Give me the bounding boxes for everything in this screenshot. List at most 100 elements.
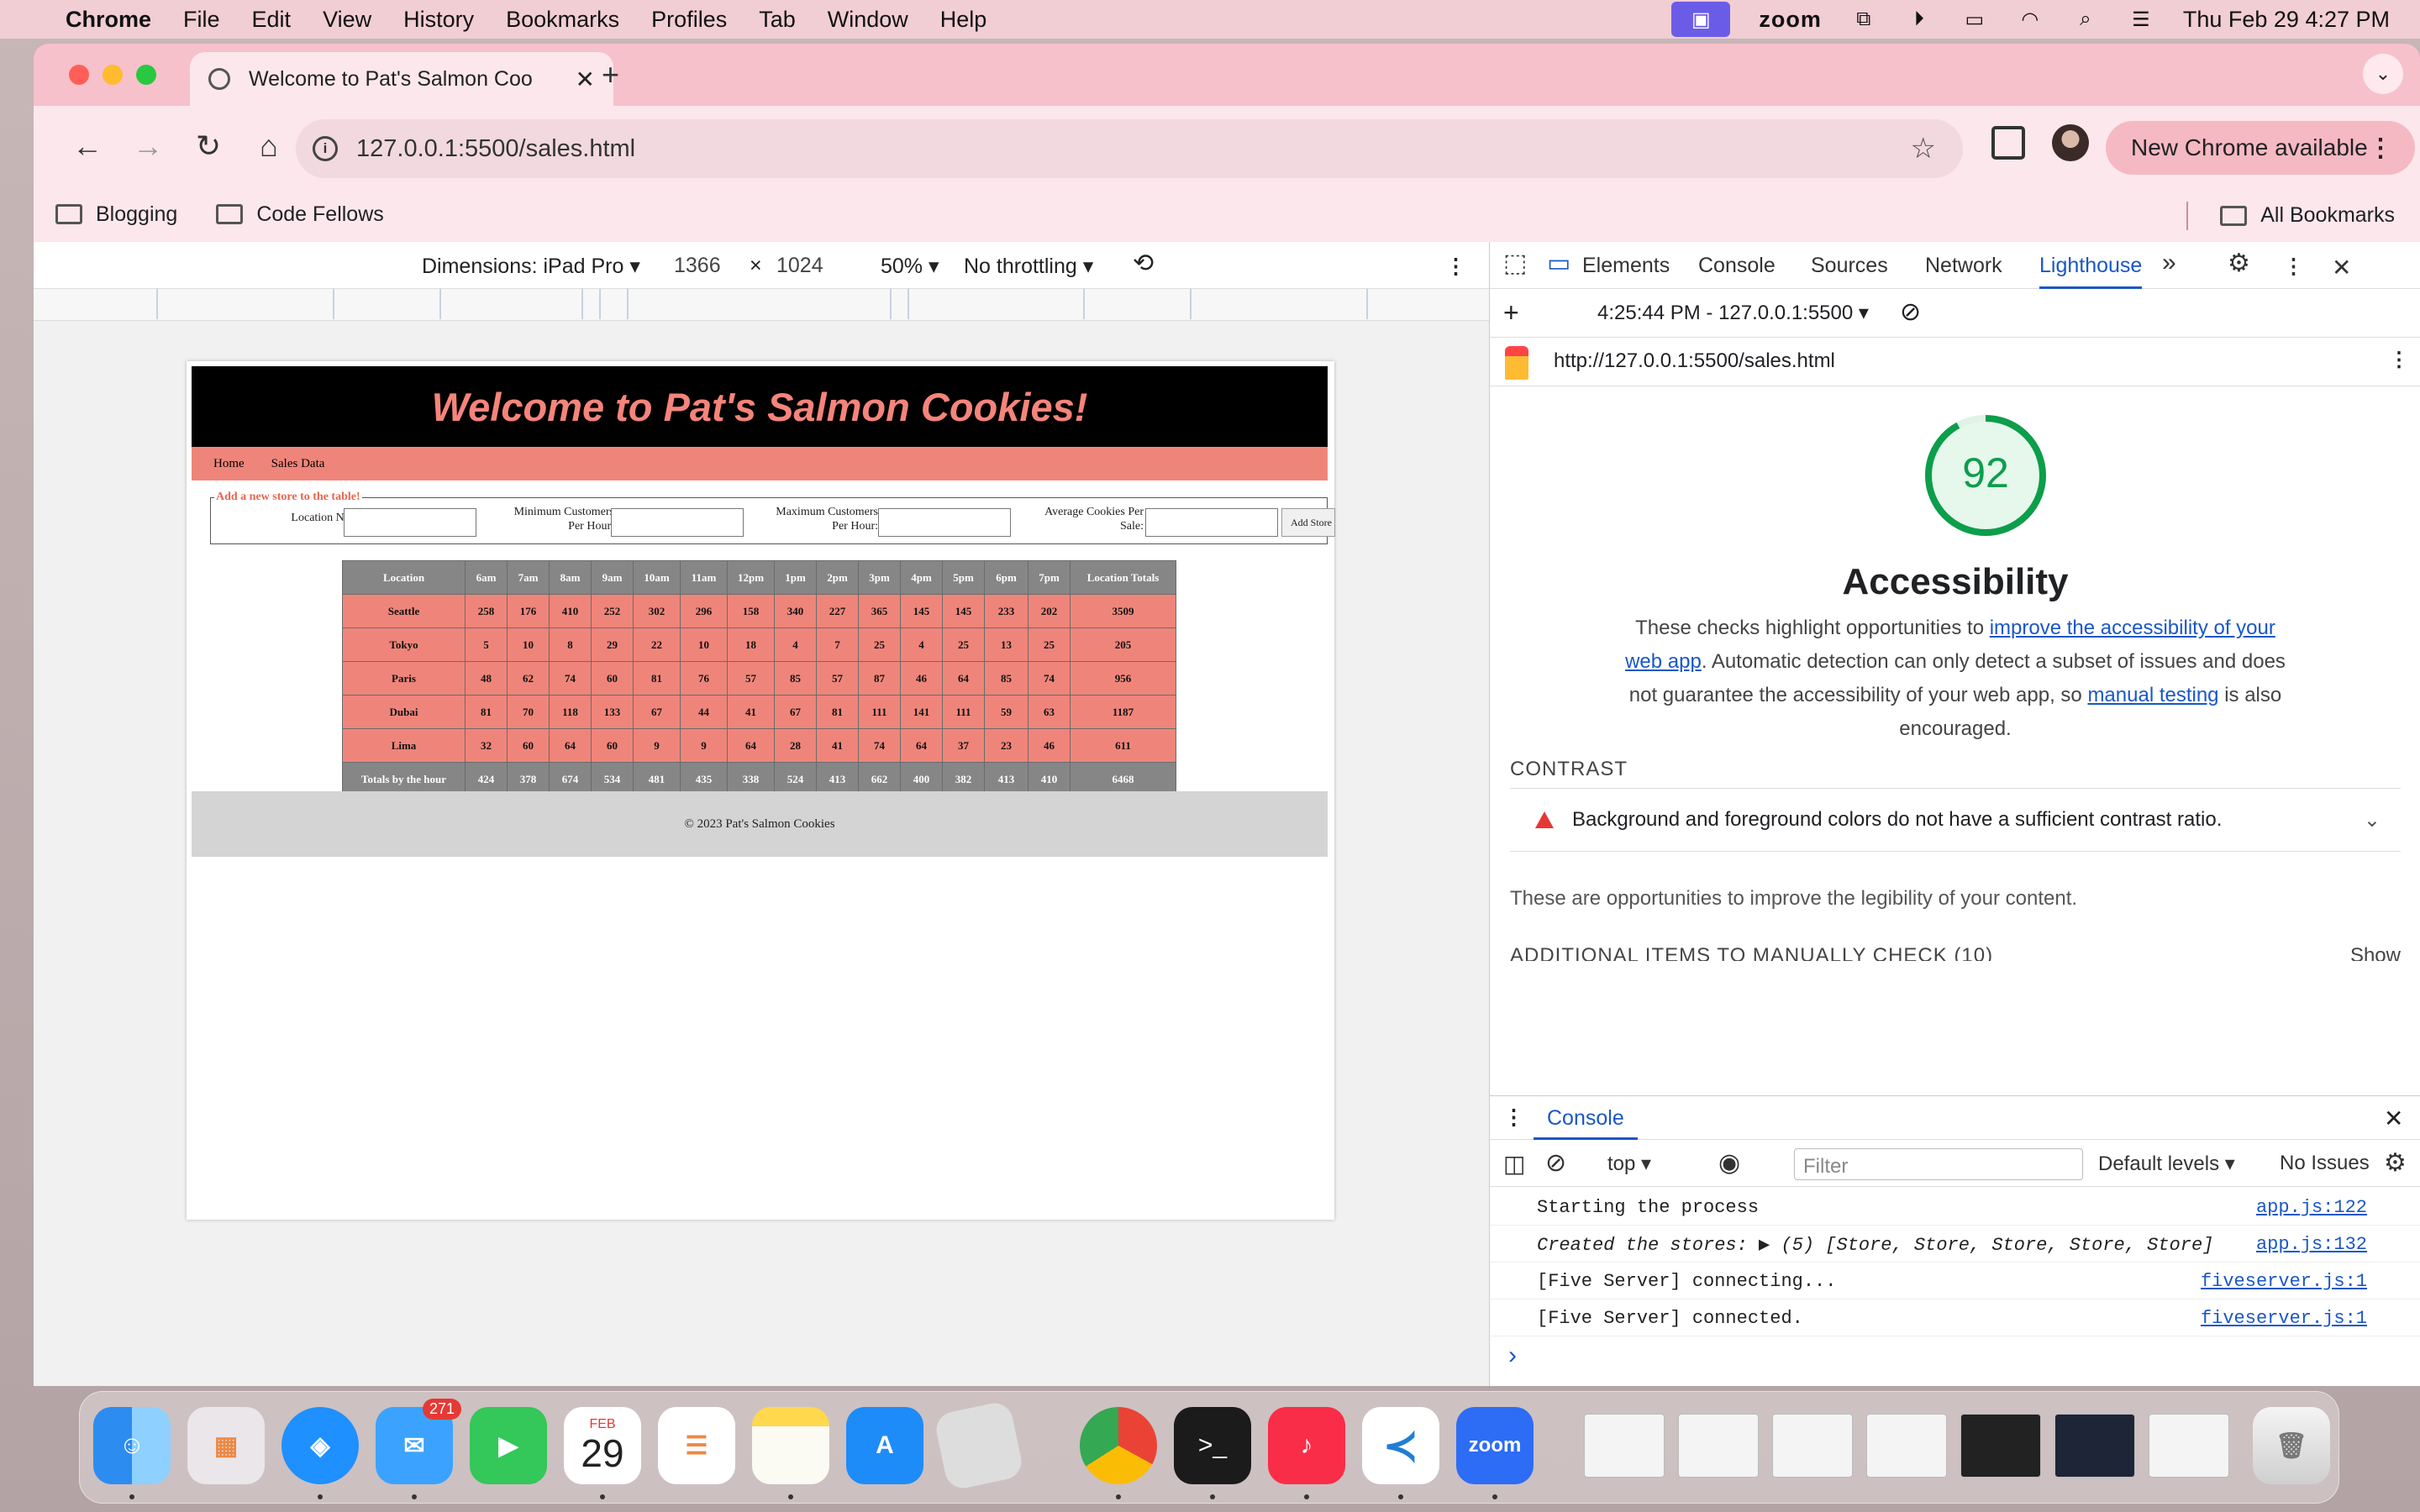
- safari-icon[interactable]: ◈: [281, 1407, 359, 1484]
- close-drawer-icon[interactable]: ✕: [2384, 1105, 2403, 1132]
- menu-file[interactable]: File: [183, 7, 220, 33]
- new-tab-button[interactable]: +: [602, 57, 619, 92]
- close-window-button[interactable]: [69, 65, 89, 85]
- facetime-icon[interactable]: ▶: [470, 1407, 547, 1484]
- menu-help[interactable]: Help: [940, 7, 987, 33]
- device-toolbar-icon[interactable]: ▭: [1547, 249, 1570, 278]
- log-source-link[interactable]: app.js:122: [2256, 1197, 2367, 1218]
- drawer-menu-icon[interactable]: ⋮: [1503, 1105, 1524, 1130]
- manual-testing-link[interactable]: manual testing: [2087, 684, 2218, 706]
- menu-app-name[interactable]: Chrome: [66, 7, 151, 33]
- address-bar[interactable]: i 127.0.0.1:5500/sales.html ☆: [296, 119, 1963, 178]
- avg-cookies-input[interactable]: [1145, 508, 1278, 537]
- url-text[interactable]: 127.0.0.1:5500/sales.html: [356, 135, 635, 163]
- location-name-input[interactable]: [344, 508, 476, 537]
- tab-sales[interactable]: Welcome to Pat's Salmon Coo ✕: [190, 52, 613, 106]
- contrast-audit-item[interactable]: Background and foreground colors do not …: [1510, 788, 2401, 852]
- device-height-input[interactable]: 1024: [776, 254, 823, 278]
- control-center-icon[interactable]: ☰: [2128, 8, 2154, 31]
- tab-network[interactable]: Network: [1925, 254, 2002, 278]
- menu-history[interactable]: History: [403, 7, 474, 33]
- inspect-element-icon[interactable]: ⬚: [1503, 249, 1527, 278]
- preview-icon[interactable]: [933, 1399, 1025, 1492]
- menu-window[interactable]: Window: [828, 7, 908, 33]
- music-icon[interactable]: ♪: [1268, 1407, 1345, 1484]
- minimized-window-thumbnail[interactable]: [1678, 1414, 1759, 1478]
- menu-clock[interactable]: Thu Feb 29 4:27 PM: [2183, 7, 2390, 33]
- console-settings-gear-icon[interactable]: ⚙: [2384, 1148, 2407, 1178]
- screen-share-icon[interactable]: ⧉: [1850, 8, 1877, 30]
- tab-lighthouse[interactable]: Lighthouse: [2039, 254, 2143, 289]
- chevron-down-icon[interactable]: ⌄: [2364, 808, 2381, 832]
- report-more-icon[interactable]: ⋮: [2389, 348, 2409, 372]
- play-icon[interactable]: ⏵: [1906, 8, 1933, 30]
- menu-view[interactable]: View: [323, 7, 371, 33]
- context-select[interactable]: top ▾: [1607, 1152, 1651, 1176]
- forward-arrow-icon[interactable]: →: [128, 126, 168, 166]
- menu-bookmarks[interactable]: Bookmarks: [506, 7, 619, 33]
- report-select[interactable]: 4:25:44 PM - 127.0.0.1:5500 ▾: [1597, 301, 1869, 325]
- tab-sources[interactable]: Sources: [1811, 254, 1888, 278]
- reminders-icon[interactable]: ☰: [658, 1407, 735, 1484]
- log-source-link[interactable]: app.js:132: [2256, 1234, 2367, 1255]
- min-customers-input[interactable]: [611, 508, 744, 537]
- all-bookmarks-button[interactable]: All Bookmarks: [2220, 203, 2395, 228]
- nav-home-link[interactable]: Home: [213, 457, 245, 471]
- close-tab-icon[interactable]: ✕: [576, 66, 595, 93]
- device-width-input[interactable]: 1366: [674, 254, 721, 278]
- devtools-more-icon[interactable]: ⋮: [2283, 254, 2304, 279]
- tab-elements[interactable]: Elements: [1582, 254, 1670, 278]
- console-filter-input[interactable]: Filter: [1794, 1148, 2083, 1180]
- notes-icon[interactable]: [752, 1407, 829, 1484]
- show-button[interactable]: Show: [2350, 944, 2401, 961]
- console-prompt[interactable]: ›: [1508, 1341, 1517, 1370]
- battery-icon[interactable]: ▭: [1961, 8, 1988, 31]
- device-toolbar-more-icon[interactable]: ⋮: [1445, 254, 1466, 279]
- minimized-window-thumbnail[interactable]: [2149, 1414, 2229, 1478]
- back-arrow-icon[interactable]: ←: [67, 126, 108, 166]
- kebab-menu-icon[interactable]: ⋮: [2368, 134, 2393, 163]
- bookmark-star-icon[interactable]: ☆: [1911, 132, 1936, 165]
- log-source-link[interactable]: fiveserver.js:1: [2201, 1308, 2367, 1329]
- terminal-icon[interactable]: >_: [1174, 1407, 1251, 1484]
- clear-console-icon[interactable]: ⊘: [1545, 1148, 1566, 1178]
- app-store-icon[interactable]: A: [846, 1407, 923, 1484]
- add-store-button[interactable]: Add Store: [1281, 508, 1335, 537]
- chrome-icon[interactable]: [1080, 1407, 1157, 1484]
- device-zoom-select[interactable]: 50% ▾: [881, 254, 939, 279]
- throttling-select[interactable]: No throttling ▾: [964, 254, 1093, 279]
- wifi-icon[interactable]: ◠: [2017, 8, 2044, 31]
- vscode-icon[interactable]: ≺: [1362, 1407, 1439, 1484]
- zoom-status-icon[interactable]: ▣: [1671, 2, 1731, 37]
- log-levels-select[interactable]: Default levels ▾: [2098, 1152, 2235, 1176]
- side-panel-icon[interactable]: [1991, 126, 2025, 160]
- clear-reports-icon[interactable]: ⊘: [1900, 297, 1921, 327]
- minimize-window-button[interactable]: [103, 65, 123, 85]
- minimized-window-thumbnail[interactable]: [2054, 1414, 2135, 1478]
- additional-items-heading[interactable]: ADDITIONAL ITEMS TO MANUALLY CHECK (10) …: [1510, 944, 2401, 961]
- spotlight-search-icon[interactable]: ⌕: [2072, 8, 2099, 30]
- menu-profiles[interactable]: Profiles: [651, 7, 727, 33]
- issues-button[interactable]: No Issues: [2280, 1152, 2370, 1175]
- device-dimensions-select[interactable]: Dimensions: iPad Pro ▾: [422, 254, 640, 279]
- trash-icon[interactable]: 🗑: [2253, 1407, 2330, 1484]
- bookmark-blogging[interactable]: Blogging: [55, 202, 177, 227]
- close-devtools-icon[interactable]: ✕: [2332, 254, 2351, 281]
- minimized-window-thumbnail[interactable]: [1960, 1414, 2041, 1478]
- maximize-window-button[interactable]: [136, 65, 156, 85]
- zoom-app-icon[interactable]: zoom: [1456, 1407, 1534, 1484]
- launchpad-icon[interactable]: ▦: [187, 1407, 265, 1484]
- console-sidebar-icon[interactable]: ◫: [1503, 1150, 1525, 1178]
- site-info-icon[interactable]: i: [313, 136, 338, 161]
- home-icon[interactable]: ⌂: [249, 126, 289, 166]
- zoom-menu-label[interactable]: zoom: [1759, 7, 1822, 33]
- bookmark-code-fellows[interactable]: Code Fellows: [216, 202, 384, 227]
- settings-gear-icon[interactable]: ⚙: [2228, 249, 2250, 278]
- live-expression-eye-icon[interactable]: ◉: [1718, 1148, 1740, 1178]
- finder-icon[interactable]: ☺: [93, 1407, 171, 1484]
- calendar-icon[interactable]: FEB 29: [564, 1407, 641, 1484]
- log-source-link[interactable]: fiveserver.js:1: [2201, 1271, 2367, 1292]
- tab-search-chevron-icon[interactable]: ⌄: [2363, 54, 2403, 94]
- menu-edit[interactable]: Edit: [252, 7, 292, 33]
- minimized-window-thumbnail[interactable]: [1772, 1414, 1853, 1478]
